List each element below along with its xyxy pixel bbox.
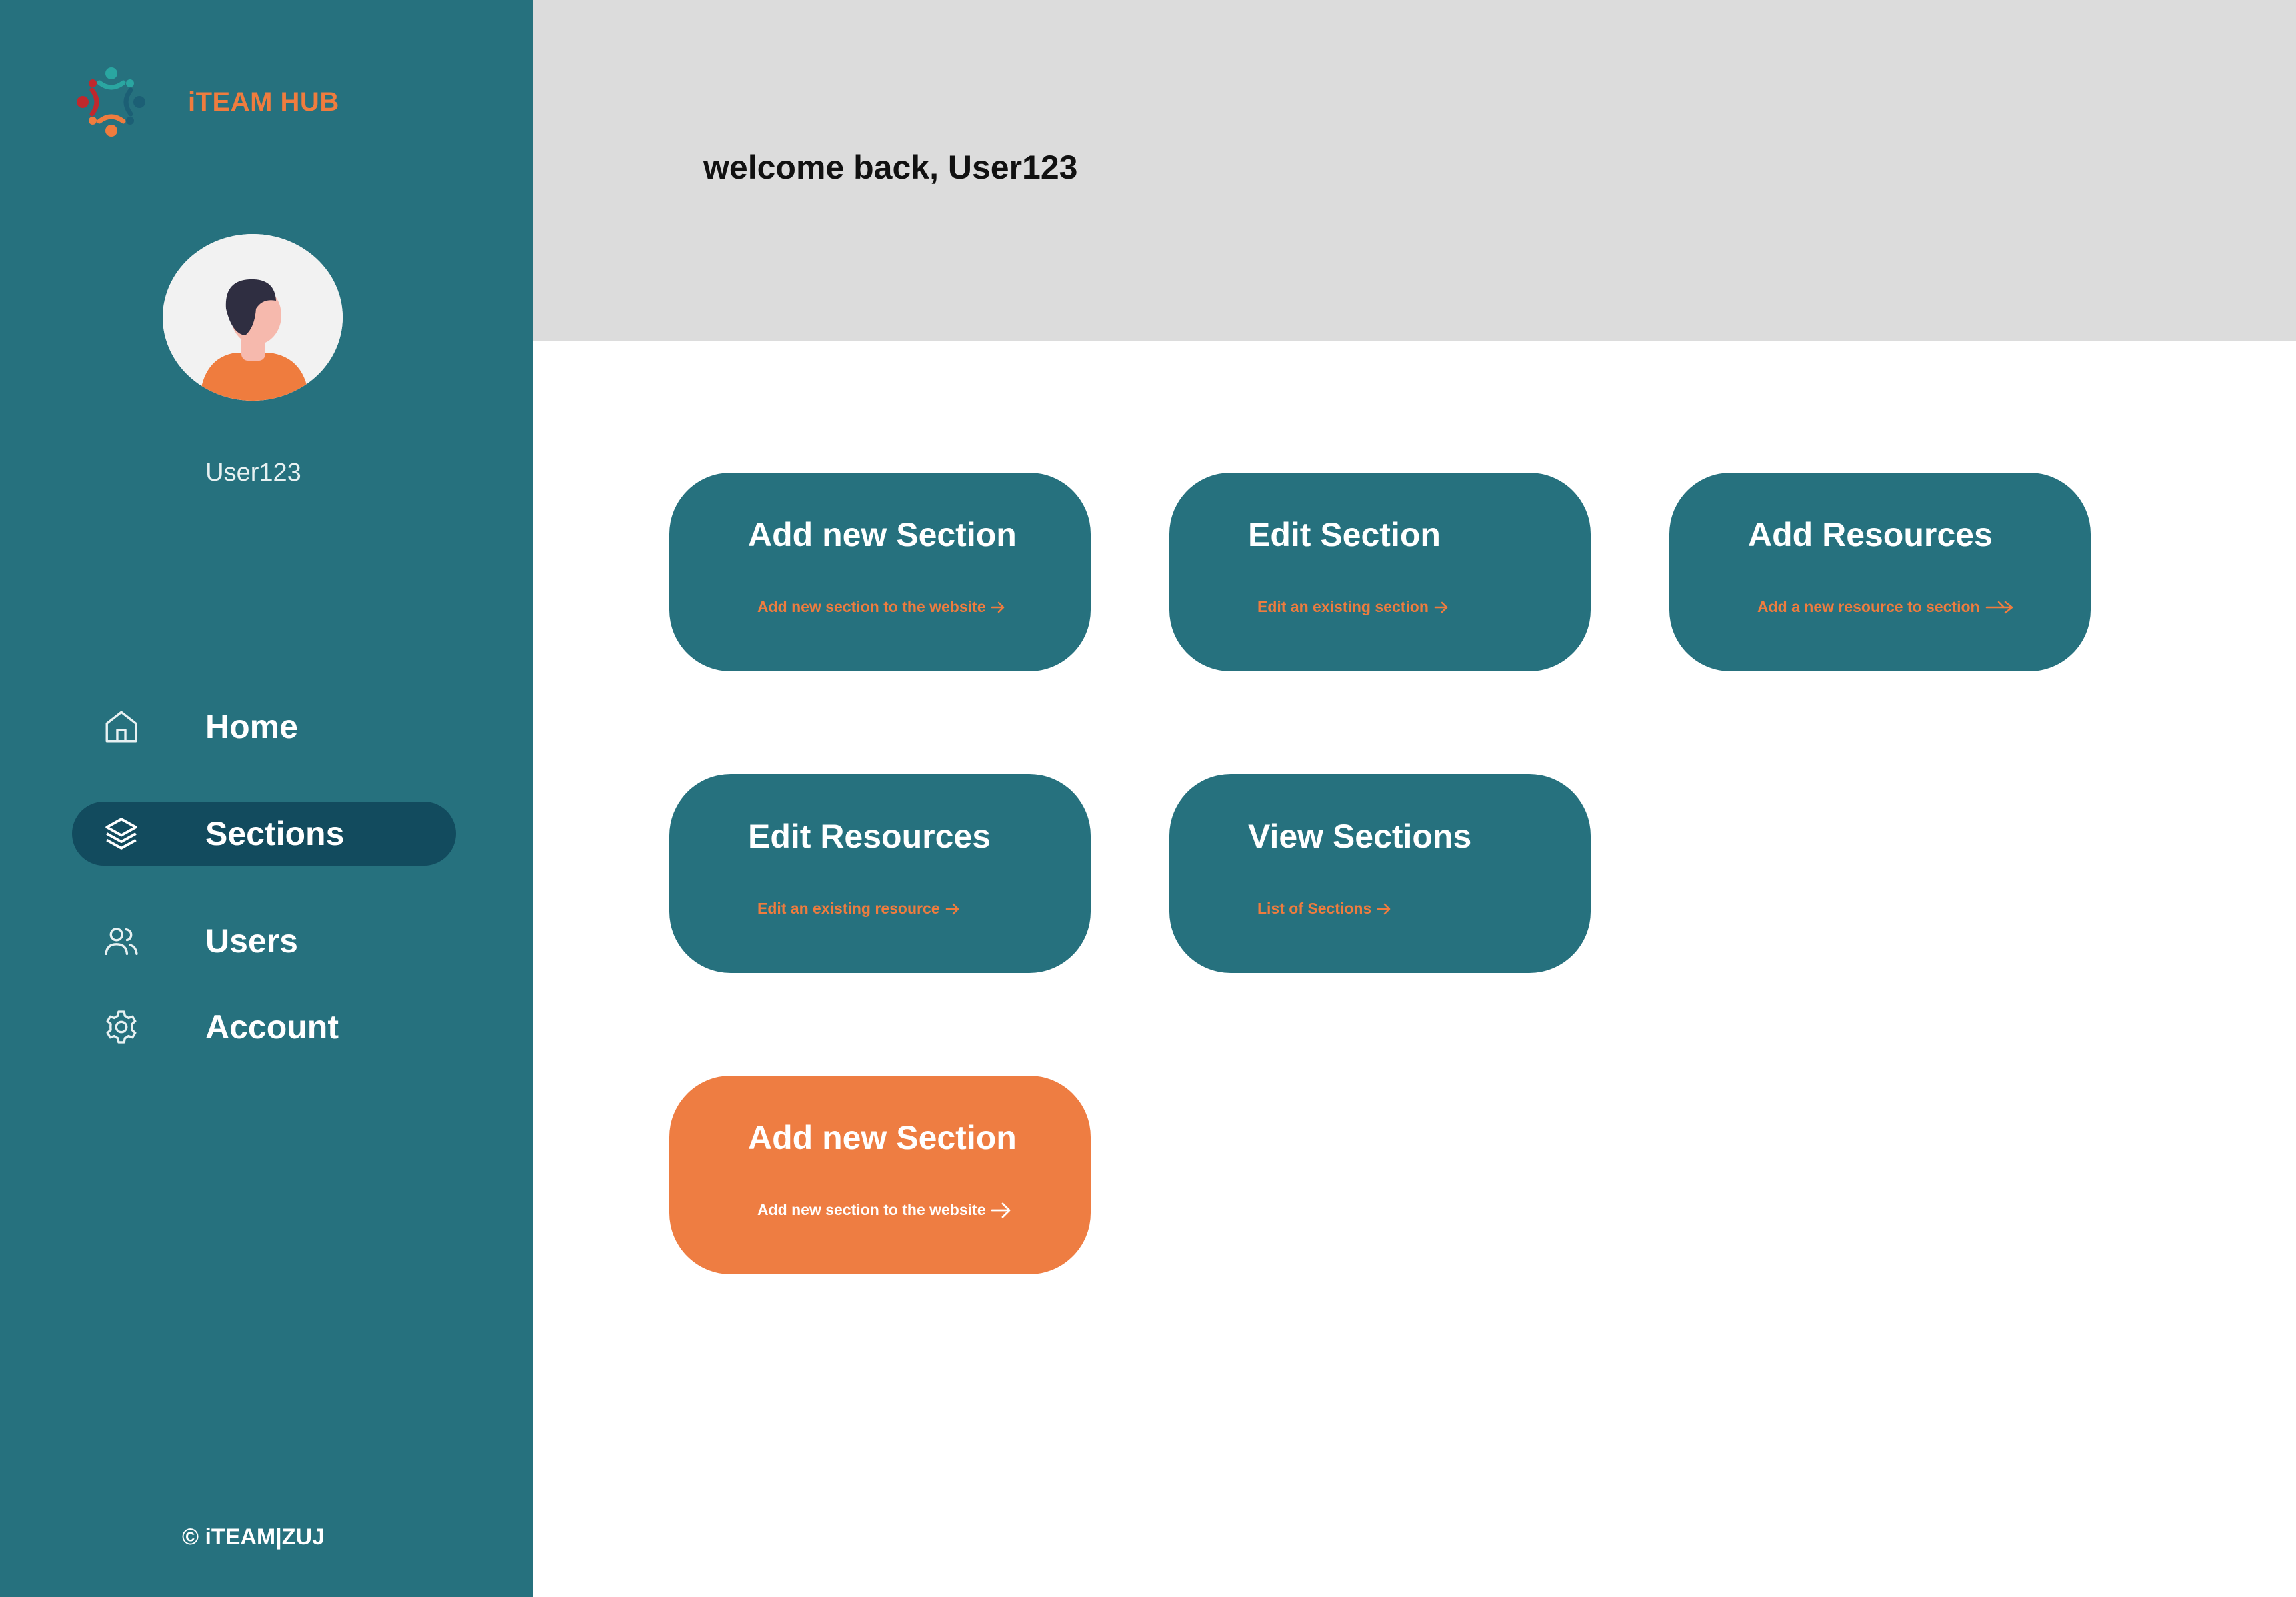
- home-icon: [100, 705, 143, 748]
- sidebar-item-label: Home: [205, 708, 298, 745]
- card-add-new-section[interactable]: Add new Section Add new section to the w…: [669, 473, 1091, 671]
- gear-icon: [100, 1006, 143, 1048]
- card-add-resources[interactable]: Add Resources Add a new resource to sect…: [1669, 473, 2091, 671]
- card-edit-section[interactable]: Edit Section Edit an existing section: [1169, 473, 1591, 671]
- card-title: View Sections: [1248, 818, 1472, 855]
- arrow-right-icon: [1377, 903, 1391, 915]
- brand-name: iTEAM HUB: [188, 87, 339, 117]
- sidebar-item-label: Users: [205, 922, 298, 960]
- card-link-text: Edit an existing section: [1257, 598, 1429, 615]
- welcome-message: welcome back, User123: [703, 149, 1078, 186]
- card-title: Edit Resources: [748, 818, 991, 855]
- sidebar-item-account[interactable]: Account: [72, 995, 456, 1059]
- brand[interactable]: iTEAM HUB: [69, 60, 339, 144]
- sidebar-item-label: Account: [205, 1008, 339, 1046]
- card-link[interactable]: List of Sections: [1257, 900, 1391, 918]
- card-link[interactable]: Add new section to the website: [757, 1201, 1012, 1219]
- card-title: Add Resources: [1748, 516, 1993, 553]
- card-link[interactable]: Add a new resource to section: [1757, 598, 2015, 616]
- card-link-text: Add new section to the website: [757, 1201, 986, 1218]
- arrow-right-icon: [991, 601, 1005, 613]
- card-title: Add new Section: [748, 1119, 1017, 1156]
- users-icon: [100, 920, 143, 962]
- card-edit-resources[interactable]: Edit Resources Edit an existing resource: [669, 774, 1091, 973]
- card-link[interactable]: Add new section to the website: [757, 598, 1005, 616]
- arrow-right-icon: [991, 1202, 1012, 1219]
- sidebar-item-sections[interactable]: Sections: [72, 802, 456, 866]
- brand-logo-icon: [77, 67, 145, 137]
- card-link-text: Edit an existing resource: [757, 900, 940, 917]
- header: welcome back, User123: [533, 0, 2296, 341]
- avatar[interactable]: [163, 234, 343, 401]
- sidebar-item-users[interactable]: Users: [72, 909, 456, 973]
- arrow-right-icon: [945, 903, 960, 915]
- card-link[interactable]: Edit an existing resource: [757, 900, 960, 918]
- sidebar: iTEAM HUB User123 Home Sections Users Ac…: [0, 0, 533, 1597]
- card-link-text: List of Sections: [1257, 900, 1372, 917]
- sidebar-footer: © iTEAM|ZUJ: [181, 1524, 325, 1550]
- user-avatar-icon: [163, 234, 343, 401]
- sidebar-username: User123: [205, 459, 301, 487]
- card-add-new-section-highlighted[interactable]: Add new Section Add new section to the w…: [669, 1076, 1091, 1274]
- card-link-text: Add new section to the website: [757, 598, 986, 615]
- card-link-text: Add a new resource to section: [1757, 598, 1980, 615]
- sidebar-item-home[interactable]: Home: [72, 695, 456, 759]
- card-view-sections[interactable]: View Sections List of Sections: [1169, 774, 1591, 973]
- card-title: Add new Section: [748, 516, 1017, 553]
- card-title: Edit Section: [1248, 516, 1441, 553]
- card-link[interactable]: Edit an existing section: [1257, 598, 1449, 616]
- arrow-right-icon: [1434, 601, 1449, 613]
- layers-icon: [100, 812, 143, 855]
- arrow-right-icon: [1985, 600, 2015, 615]
- sidebar-item-label: Sections: [205, 815, 345, 852]
